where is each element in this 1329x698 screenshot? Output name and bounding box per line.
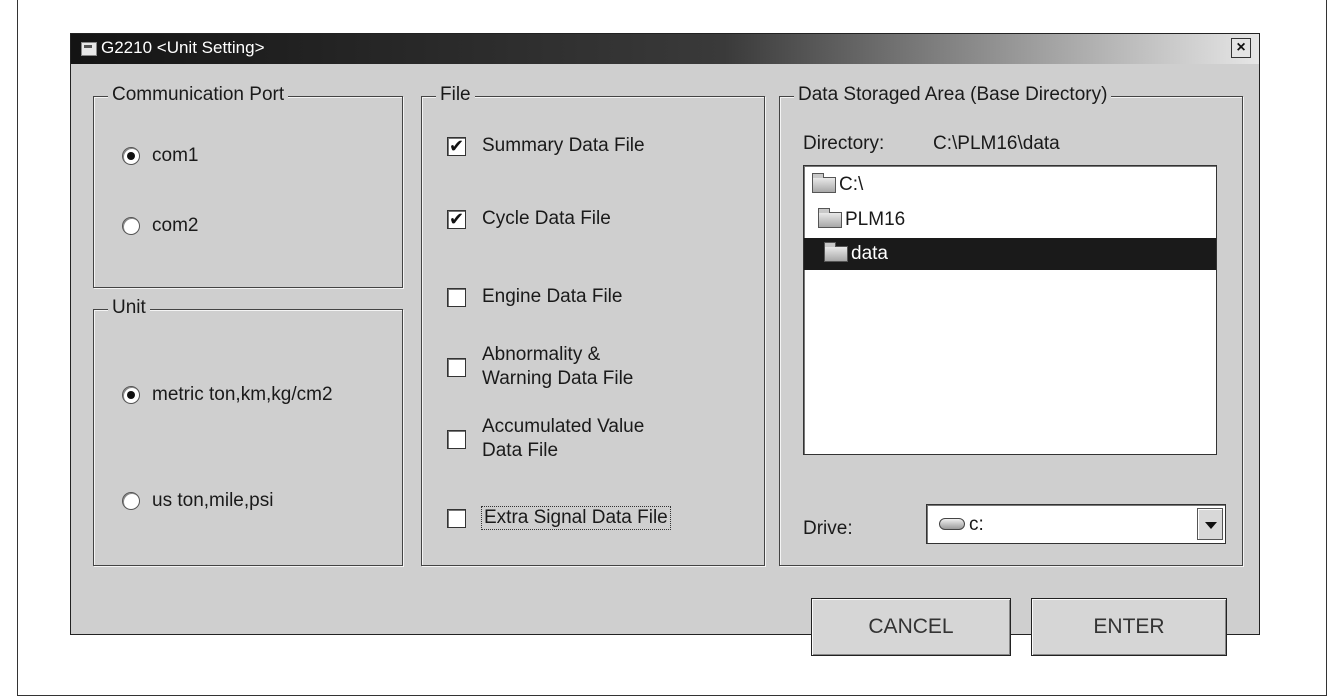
communication-port-legend: Communication Port bbox=[108, 84, 289, 106]
cancel-button[interactable]: CANCEL bbox=[811, 598, 1011, 656]
directory-path: C:\PLM16\data bbox=[933, 133, 1060, 154]
radio-metric[interactable]: metric ton,km,kg/cm2 bbox=[122, 384, 333, 406]
directory-label: Directory: bbox=[803, 133, 885, 154]
data-storaged-area-legend: Data Storaged Area (Base Directory) bbox=[794, 84, 1112, 106]
unit-legend: Unit bbox=[108, 297, 150, 319]
tree-item-data-label: data bbox=[851, 243, 888, 264]
radio-com1[interactable]: com1 bbox=[122, 145, 198, 167]
checkbox-abnormality-box[interactable] bbox=[447, 357, 466, 377]
checkbox-accumulated[interactable]: Accumulated Value Data File bbox=[447, 415, 644, 463]
folder-open-icon bbox=[812, 173, 836, 193]
unit-group: Unit metric ton,km,kg/cm2 us ton,mile,ps… bbox=[93, 297, 403, 566]
tree-item-plm16-label: PLM16 bbox=[845, 209, 906, 230]
directory-tree[interactable]: C:\ PLM16 data bbox=[803, 165, 1217, 455]
checkbox-accumulated-label-line1: Accumulated Value bbox=[482, 416, 645, 437]
close-button[interactable]: × bbox=[1231, 38, 1251, 58]
drive-value: c: bbox=[969, 514, 984, 535]
drive-label: Drive: bbox=[803, 518, 853, 539]
checkbox-cycle[interactable]: ✔ Cycle Data File bbox=[447, 208, 611, 230]
radio-com2[interactable]: com2 bbox=[122, 215, 198, 237]
window-title: G2210 <Unit Setting> bbox=[101, 38, 265, 57]
checkbox-summary-box[interactable]: ✔ bbox=[447, 136, 466, 156]
checkbox-engine-box[interactable] bbox=[447, 287, 466, 307]
file-legend: File bbox=[436, 84, 475, 106]
app-icon bbox=[81, 42, 97, 56]
radio-com1-label: com1 bbox=[152, 145, 199, 166]
radio-com2-indicator[interactable] bbox=[122, 217, 140, 235]
radio-com1-indicator[interactable] bbox=[122, 147, 140, 165]
chevron-down-icon[interactable] bbox=[1197, 508, 1223, 540]
folder-open-icon bbox=[824, 242, 848, 262]
checkbox-accumulated-label-line2: Data File bbox=[482, 440, 559, 461]
tree-item-root-label: C:\ bbox=[839, 174, 864, 195]
checkbox-accumulated-label: Accumulated Value Data File bbox=[482, 415, 644, 463]
checkbox-summary[interactable]: ✔ Summary Data File bbox=[447, 135, 645, 157]
folder-open-icon bbox=[818, 208, 842, 228]
checkbox-abnormality-label-line2: Warning Data File bbox=[482, 368, 634, 389]
radio-com2-label: com2 bbox=[152, 215, 199, 236]
checkbox-extra-signal[interactable]: Extra Signal Data File bbox=[447, 506, 671, 530]
enter-button[interactable]: ENTER bbox=[1031, 598, 1227, 656]
radio-metric-label: metric ton,km,kg/cm2 bbox=[152, 384, 333, 405]
radio-us-indicator[interactable] bbox=[122, 492, 140, 510]
unit-setting-dialog: G2210 <Unit Setting> × Communication Por… bbox=[70, 33, 1260, 656]
radio-metric-indicator[interactable] bbox=[122, 386, 140, 404]
drive-icon bbox=[939, 518, 965, 530]
tree-item-plm16[interactable]: PLM16 bbox=[818, 204, 905, 236]
checkbox-extra-signal-label: Extra Signal Data File bbox=[481, 506, 671, 530]
title-bar[interactable]: G2210 <Unit Setting> × bbox=[71, 34, 1259, 64]
checkbox-engine-label: Engine Data File bbox=[482, 286, 623, 307]
checkbox-abnormality-label: Abnormality & Warning Data File bbox=[482, 343, 633, 391]
drive-select[interactable]: c: bbox=[926, 504, 1226, 544]
checkbox-engine[interactable]: Engine Data File bbox=[447, 286, 622, 308]
checkbox-abnormality-label-line1: Abnormality & bbox=[482, 344, 601, 365]
checkbox-cycle-label: Cycle Data File bbox=[482, 208, 611, 229]
communication-port-group: Communication Port com1 com2 bbox=[93, 84, 403, 288]
radio-us[interactable]: us ton,mile,psi bbox=[122, 490, 273, 512]
checkbox-abnormality[interactable]: Abnormality & Warning Data File bbox=[447, 343, 633, 391]
checkbox-extra-signal-box[interactable] bbox=[447, 508, 466, 528]
checkbox-summary-label: Summary Data File bbox=[482, 135, 645, 156]
file-group: File ✔ Summary Data File ✔ Cycle Data Fi… bbox=[421, 84, 765, 566]
checkbox-accumulated-box[interactable] bbox=[447, 429, 466, 449]
tree-item-root[interactable]: C:\ bbox=[812, 169, 863, 201]
checkbox-cycle-box[interactable]: ✔ bbox=[447, 209, 466, 229]
radio-us-label: us ton,mile,psi bbox=[152, 490, 274, 511]
tree-item-data[interactable]: data bbox=[804, 238, 1216, 270]
